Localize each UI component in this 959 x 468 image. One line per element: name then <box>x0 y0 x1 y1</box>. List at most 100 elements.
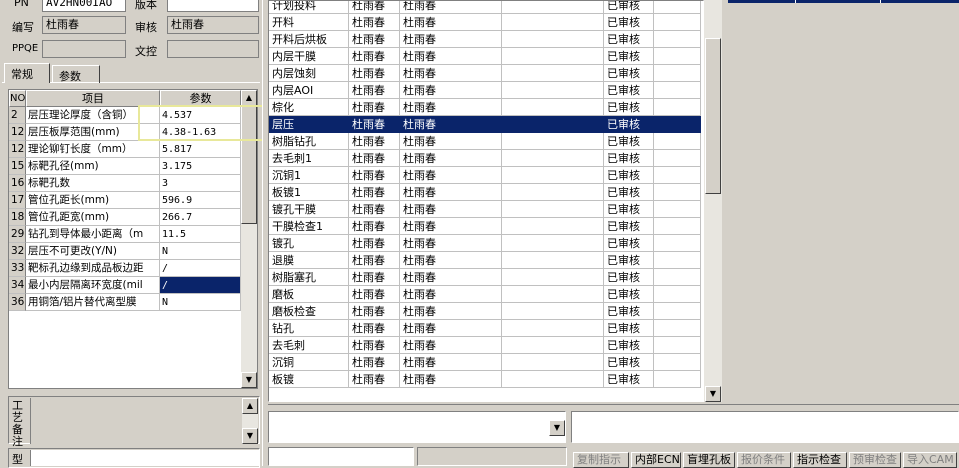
process-row[interactable]: 开料 杜雨春 杜雨春 已审核 <box>269 14 701 31</box>
editor-field[interactable]: 杜雨春 <box>42 16 126 34</box>
param-item: 用铜箔/铝片替代离型膜 <box>26 294 160 311</box>
process-row[interactable]: 棕化 杜雨春 杜雨春 已审核 <box>269 99 701 116</box>
version-field[interactable] <box>167 0 259 12</box>
process-name: 磨板 <box>269 286 349 303</box>
process-editor: 杜雨春 <box>349 1 400 14</box>
process-status: 已审核 <box>604 116 654 133</box>
reviewer-field[interactable]: 杜雨春 <box>167 16 259 34</box>
param-value[interactable]: 596.9 <box>160 192 241 209</box>
param-row[interactable]: 34 最小内层隔离环宽度(mil / <box>9 277 241 294</box>
bottom-combo[interactable] <box>268 411 566 443</box>
process-empty-2 <box>654 371 701 388</box>
process-row[interactable]: 去毛刺1 杜雨春 杜雨春 已审核 <box>269 150 701 167</box>
process-row[interactable]: 层压 杜雨春 杜雨春 已审核 <box>269 116 701 133</box>
process-row[interactable]: 开料后烘板 杜雨春 杜雨春 已审核 <box>269 31 701 48</box>
param-row[interactable]: 36 用铜箔/铝片替代离型膜 N <box>9 294 241 311</box>
process-reviewer: 杜雨春 <box>400 116 502 133</box>
process-empty <box>502 218 604 235</box>
process-editor: 杜雨春 <box>349 269 400 286</box>
col-no-header[interactable]: NO <box>9 90 26 107</box>
process-row[interactable]: 磨板 杜雨春 杜雨春 已审核 <box>269 286 701 303</box>
process-status: 已审核 <box>604 269 654 286</box>
process-row[interactable]: 退膜 杜雨春 杜雨春 已审核 <box>269 252 701 269</box>
process-name: 板镀 <box>269 371 349 388</box>
process-row[interactable]: 沉铜 杜雨春 杜雨春 已审核 <box>269 354 701 371</box>
process-status: 已审核 <box>604 82 654 99</box>
process-name: 镀孔 <box>269 235 349 252</box>
param-row[interactable]: 15 标靶孔径(mm) 3.175 <box>9 158 241 175</box>
param-value[interactable]: 266.7 <box>160 209 241 226</box>
param-value[interactable]: N <box>160 294 241 311</box>
param-value[interactable]: 3 <box>160 175 241 192</box>
process-name: 内层干膜 <box>269 48 349 65</box>
process-note-input[interactable] <box>30 398 243 444</box>
process-empty <box>502 235 604 252</box>
memo-scrollbar[interactable]: ▲ ▼ <box>242 398 258 444</box>
process-row[interactable]: 内层蚀刻 杜雨春 杜雨春 已审核 <box>269 65 701 82</box>
process-editor: 杜雨春 <box>349 99 400 116</box>
param-value[interactable]: / <box>160 277 241 294</box>
param-value[interactable]: 11.5 <box>160 226 241 243</box>
tab-params[interactable]: 参数 <box>52 65 100 83</box>
param-row[interactable]: 17 管位孔距长(mm) 596.9 <box>9 192 241 209</box>
param-value[interactable]: 3.175 <box>160 158 241 175</box>
process-row[interactable]: 树脂钻孔 杜雨春 杜雨春 已审核 <box>269 133 701 150</box>
process-editor: 杜雨春 <box>349 167 400 184</box>
bottom-hsplit[interactable] <box>268 404 959 410</box>
param-row[interactable]: 16 标靶孔数 3 <box>9 175 241 192</box>
process-name: 钻孔 <box>269 320 349 337</box>
process-empty <box>502 286 604 303</box>
type-input[interactable] <box>30 450 259 466</box>
param-row[interactable]: 32 层压不可更改(Y/N) N <box>9 243 241 260</box>
ppqe-field[interactable] <box>42 40 126 58</box>
process-scroll-down[interactable]: ▼ <box>705 386 721 402</box>
param-value[interactable]: / <box>160 260 241 277</box>
process-empty-2 <box>654 252 701 269</box>
process-row[interactable]: 树脂塞孔 杜雨春 杜雨春 已审核 <box>269 269 701 286</box>
process-row[interactable]: 计划投料 杜雨春 杜雨春 已审核 <box>269 1 701 14</box>
process-empty <box>502 167 604 184</box>
process-row[interactable]: 镀孔 杜雨春 杜雨春 已审核 <box>269 235 701 252</box>
process-status: 已审核 <box>604 167 654 184</box>
param-value[interactable]: N <box>160 243 241 260</box>
process-name: 内层蚀刻 <box>269 65 349 82</box>
process-empty-2 <box>654 269 701 286</box>
scroll-up-button[interactable]: ▲ <box>241 90 257 106</box>
process-row[interactable]: 钻孔 杜雨春 杜雨春 已审核 <box>269 320 701 337</box>
memo-scroll-down[interactable]: ▼ <box>242 428 258 444</box>
process-row[interactable]: 干膜检查1 杜雨春 杜雨春 已审核 <box>269 218 701 235</box>
process-row[interactable]: 镀孔干膜 杜雨春 杜雨春 已审核 <box>269 201 701 218</box>
process-scrollbar[interactable]: ▼ <box>704 0 722 402</box>
process-scroll-thumb[interactable] <box>705 38 721 194</box>
process-row[interactable]: 内层AOI 杜雨春 杜雨春 已审核 <box>269 82 701 99</box>
param-no: 34 <box>9 277 26 294</box>
bottom-memo[interactable] <box>571 411 959 443</box>
memo-scroll-up[interactable]: ▲ <box>242 398 258 414</box>
param-row[interactable]: 18 管位孔距宽(mm) 266.7 <box>9 209 241 226</box>
process-empty-2 <box>654 167 701 184</box>
wenkong-field[interactable] <box>167 40 259 58</box>
param-value[interactable]: 5.817 <box>160 141 241 158</box>
pn-field[interactable]: AV2HN00IAO <box>42 0 126 12</box>
process-row[interactable]: 去毛刺 杜雨春 杜雨春 已审核 <box>269 337 701 354</box>
process-row[interactable]: 沉铜1 杜雨春 杜雨春 已审核 <box>269 167 701 184</box>
process-editor: 杜雨春 <box>349 133 400 150</box>
process-row[interactable]: 磨板检查 杜雨春 杜雨春 已审核 <box>269 303 701 320</box>
process-empty <box>502 116 604 133</box>
param-item: 标靶孔径(mm) <box>26 158 160 175</box>
param-item: 管位孔距长(mm) <box>26 192 160 209</box>
process-empty-2 <box>654 48 701 65</box>
param-row[interactable]: 29 钻孔到导体最小距离（m 11.5 <box>9 226 241 243</box>
param-row[interactable]: 12 理论铆钉长度（mm） 5.817 <box>9 141 241 158</box>
process-table[interactable]: 计划投料 杜雨春 杜雨春 已审核 开料 杜雨春 杜雨春 已审核 开料后烘板 杜雨春 杜雨春 已审核 内层… <box>268 0 704 402</box>
param-row[interactable]: 33 靶标孔边缘到成品板边距 / <box>9 260 241 277</box>
process-empty-2 <box>654 150 701 167</box>
process-editor: 杜雨春 <box>349 286 400 303</box>
tab-general[interactable]: 常规 <box>4 63 50 83</box>
process-editor: 杜雨春 <box>349 235 400 252</box>
combo-dropdown-button[interactable]: ▼ <box>549 420 565 436</box>
process-row[interactable]: 板镀1 杜雨春 杜雨春 已审核 <box>269 184 701 201</box>
scroll-down-button[interactable]: ▼ <box>241 372 257 388</box>
process-row[interactable]: 内层干膜 杜雨春 杜雨春 已审核 <box>269 48 701 65</box>
process-row[interactable]: 板镀 杜雨春 杜雨春 已审核 <box>269 371 701 388</box>
